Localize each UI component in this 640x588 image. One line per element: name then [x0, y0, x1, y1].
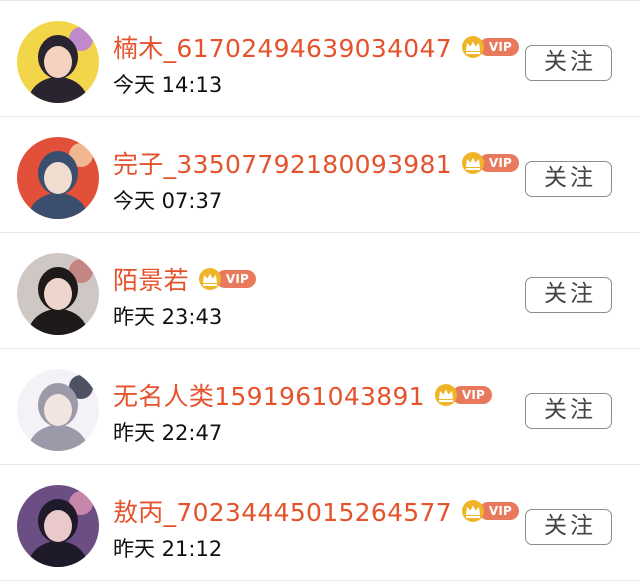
vip-badge: VIP	[461, 500, 520, 522]
avatar-image	[17, 369, 99, 451]
name-line: 陌景若 VIP	[113, 259, 257, 299]
crown-icon	[461, 152, 485, 174]
vip-badge: VIP	[461, 36, 520, 58]
avatar[interactable]	[17, 369, 99, 451]
username[interactable]: 敖丙_70234445015264577	[113, 493, 452, 529]
username[interactable]: 完子_33507792180093981	[113, 145, 452, 181]
crown-icon	[461, 36, 485, 58]
username[interactable]: 陌景若	[113, 261, 189, 297]
avatar[interactable]	[17, 485, 99, 567]
avatar-image	[17, 485, 99, 567]
vip-label: VIP	[478, 154, 520, 172]
timestamp: 昨天 21:12	[113, 537, 223, 561]
name-line: 完子_33507792180093981 VIP	[113, 143, 520, 183]
list-item[interactable]: 敖丙_70234445015264577 VIP 昨天 21:12 关注	[0, 465, 640, 581]
vip-badge: VIP	[434, 384, 493, 406]
username[interactable]: 无名人类1591961043891	[113, 377, 425, 413]
vip-badge: VIP	[198, 268, 257, 290]
name-line: 敖丙_70234445015264577 VIP	[113, 491, 520, 531]
follow-button[interactable]: 关注	[525, 393, 612, 429]
crown-icon	[198, 268, 222, 290]
timestamp: 昨天 23:43	[113, 305, 223, 329]
timestamp: 昨天 22:47	[113, 421, 223, 445]
list-item[interactable]: 无名人类1591961043891 VIP 昨天 22:47 关注	[0, 349, 640, 465]
list-item[interactable]: 楠木_61702494639034047 VIP 今天 14:13 关注	[0, 1, 640, 117]
name-line: 楠木_61702494639034047 VIP	[113, 27, 520, 67]
name-line: 无名人类1591961043891 VIP	[113, 375, 493, 415]
vip-label: VIP	[451, 386, 493, 404]
follow-button[interactable]: 关注	[525, 45, 612, 81]
avatar-image	[17, 137, 99, 219]
vip-label: VIP	[478, 502, 520, 520]
follow-button[interactable]: 关注	[525, 509, 612, 545]
username[interactable]: 楠木_61702494639034047	[113, 29, 452, 65]
avatar[interactable]	[17, 21, 99, 103]
timestamp: 今天 14:13	[113, 73, 223, 97]
avatar-image	[17, 253, 99, 335]
vip-label: VIP	[215, 270, 257, 288]
avatar-image	[17, 21, 99, 103]
avatar[interactable]	[17, 253, 99, 335]
vip-label: VIP	[478, 38, 520, 56]
follow-list: 楠木_61702494639034047 VIP 今天 14:13 关注 完子_3350…	[0, 0, 640, 588]
crown-icon	[434, 384, 458, 406]
list-item[interactable]: 陌景若 VIP 昨天 23:43 关注	[0, 233, 640, 349]
timestamp: 今天 07:37	[113, 189, 223, 213]
follow-button[interactable]: 关注	[525, 277, 612, 313]
crown-icon	[461, 500, 485, 522]
vip-badge: VIP	[461, 152, 520, 174]
follow-button[interactable]: 关注	[525, 161, 612, 197]
list-item[interactable]: 完子_33507792180093981 VIP 今天 07:37 关注	[0, 117, 640, 233]
avatar[interactable]	[17, 137, 99, 219]
